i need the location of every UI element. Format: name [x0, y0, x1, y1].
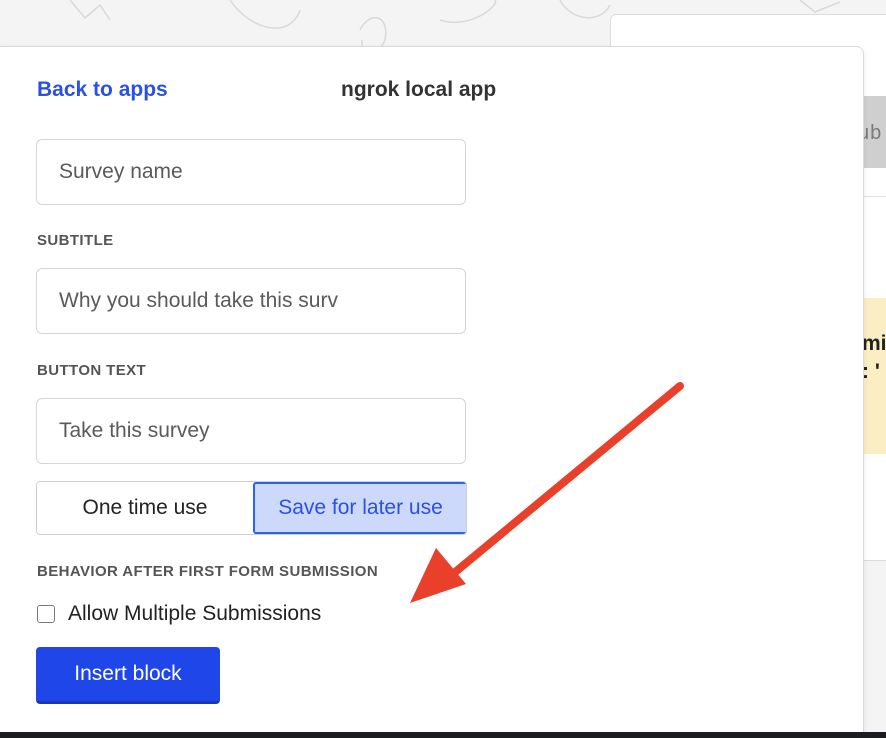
background-warning-line-1: mi [862, 332, 886, 355]
survey-name-input[interactable] [36, 139, 466, 205]
bottom-edge-strip [0, 732, 886, 738]
insert-block-button[interactable]: Insert block [36, 647, 220, 704]
usage-segmented-control: One time use Save for later use [36, 481, 467, 535]
subtitle-input[interactable] [36, 268, 466, 334]
button-text-label: BUTTON TEXT [37, 362, 147, 379]
allow-multiple-row: Allow Multiple Submissions [37, 602, 321, 626]
behavior-label: BEHAVIOR AFTER FIRST FORM SUBMISSION [37, 563, 379, 580]
button-text-input[interactable] [36, 398, 466, 464]
app-title: ngrok local app [341, 78, 497, 101]
background-warning-text: mi : ' [862, 330, 886, 386]
save-for-later-option[interactable]: Save for later use [253, 482, 466, 534]
allow-multiple-label[interactable]: Allow Multiple Submissions [68, 602, 321, 626]
background-warning-line-2: : ' [862, 360, 880, 383]
allow-multiple-checkbox[interactable] [37, 605, 55, 623]
one-time-use-option[interactable]: One time use [37, 482, 253, 534]
back-to-apps-link[interactable]: Back to apps [37, 78, 168, 102]
subtitle-label: SUBTITLE [37, 232, 114, 249]
